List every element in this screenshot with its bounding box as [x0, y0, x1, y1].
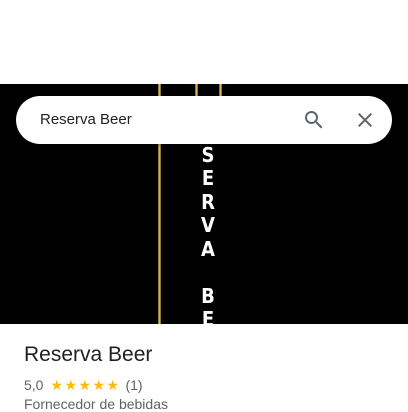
search-icon[interactable]	[302, 108, 326, 132]
close-icon[interactable]	[353, 108, 377, 132]
star-icon: ★	[106, 377, 120, 393]
place-info-panel[interactable]: Reserva Beer 5,0 ★ ★ ★ ★ ★ (1) Fornecedo…	[0, 324, 408, 412]
search-bar[interactable]	[16, 96, 392, 144]
place-category: Fornecedor de bebidas	[24, 396, 168, 412]
rating-row[interactable]: 5,0 ★ ★ ★ ★ ★ (1)	[24, 376, 143, 394]
rating-value: 5,0	[24, 377, 44, 393]
rating-stars: ★ ★ ★ ★ ★	[50, 378, 120, 392]
photo-vertical-text: E S E R V A B E	[201, 119, 215, 324]
star-icon: ★	[64, 377, 78, 393]
search-input[interactable]	[40, 108, 290, 132]
star-icon: ★	[50, 377, 64, 393]
map-top-area	[0, 0, 408, 84]
star-icon: ★	[92, 377, 106, 393]
review-count[interactable]: (1)	[125, 377, 142, 393]
place-title: Reserva Beer	[24, 343, 153, 366]
star-icon: ★	[78, 377, 92, 393]
